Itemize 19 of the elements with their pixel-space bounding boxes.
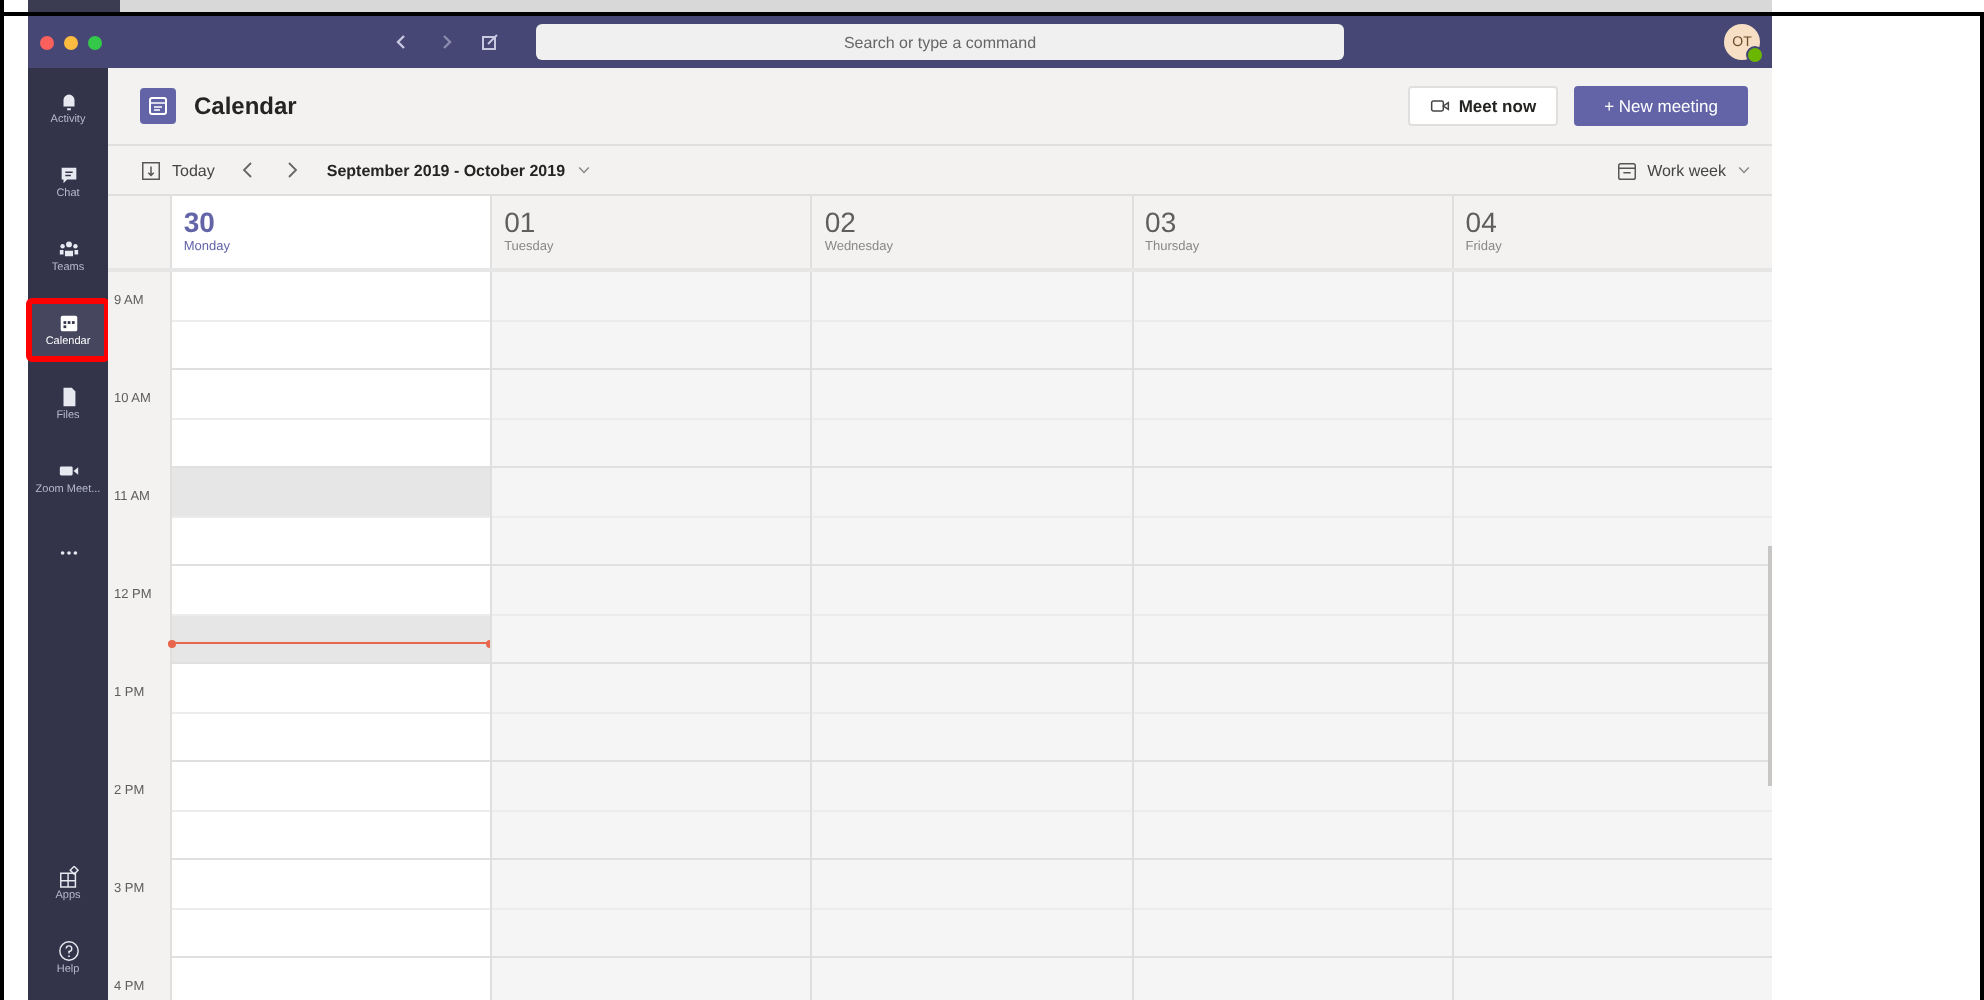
apps-icon	[57, 866, 79, 888]
date-range-dropdown[interactable]: September 2019 - October 2019	[326, 161, 592, 179]
caret-icon	[575, 162, 592, 178]
search-field[interactable]: Search or type a command	[536, 24, 1344, 60]
video-camera-icon	[57, 460, 79, 482]
meet-now-button[interactable]: Meet now	[1408, 86, 1559, 126]
new-meeting-button[interactable]: + New meeting	[1574, 86, 1748, 126]
chat-icon	[57, 164, 79, 186]
help-icon	[57, 940, 79, 962]
today-button[interactable]: Today	[140, 159, 215, 181]
busy-slot[interactable]	[171, 615, 491, 664]
caret-icon	[1736, 162, 1752, 178]
people-icon	[57, 238, 79, 260]
page-title: Calendar	[194, 92, 297, 120]
next-icon[interactable]	[282, 160, 303, 180]
video-camera-icon	[1430, 96, 1451, 116]
view-dropdown[interactable]: Work week	[1615, 159, 1752, 181]
compose-icon[interactable]	[480, 32, 500, 52]
scrollbar[interactable]	[1768, 546, 1772, 786]
